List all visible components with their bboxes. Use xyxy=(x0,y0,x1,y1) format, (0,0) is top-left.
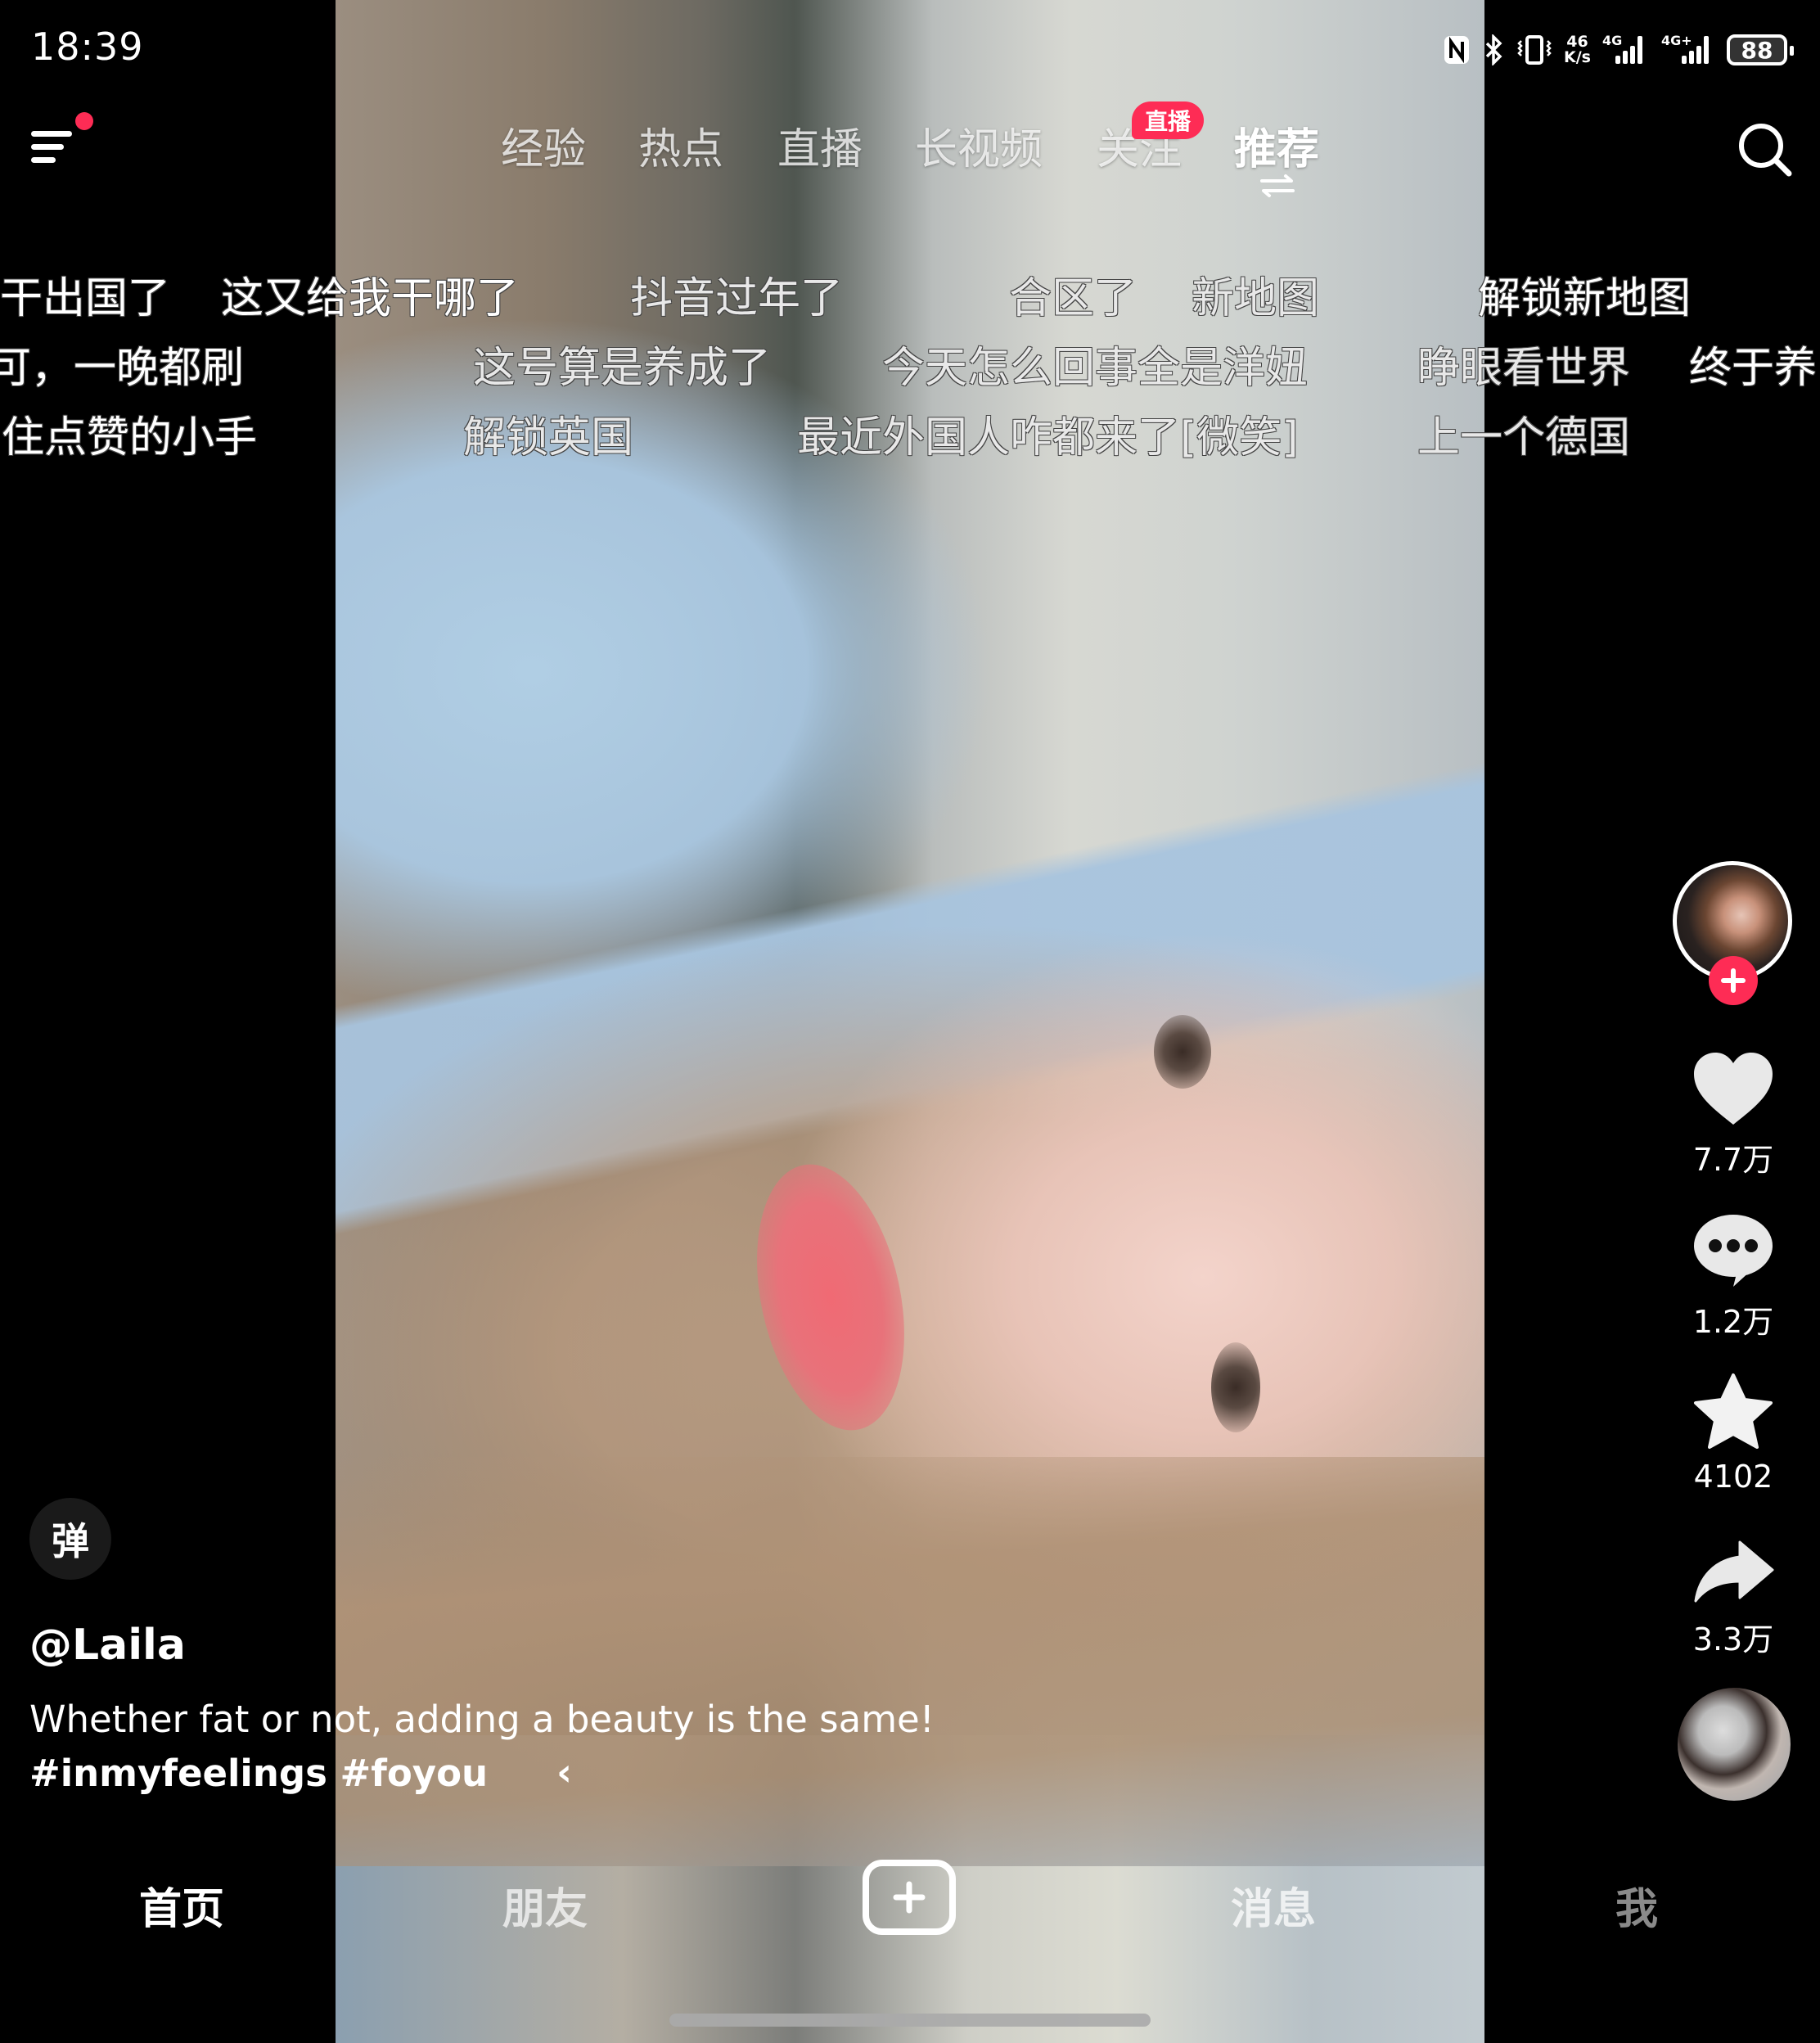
like-button[interactable]: 7.7万 xyxy=(1673,1049,1794,1179)
video-hair-region xyxy=(336,1457,1484,1866)
tab-experience[interactable]: 经验 xyxy=(501,115,586,176)
share-icon xyxy=(1694,1540,1774,1603)
signal-label: 4G xyxy=(1602,33,1623,48)
nav-home[interactable]: 首页 xyxy=(139,1874,224,1936)
network-speed-unit: K/s xyxy=(1564,48,1591,66)
danmaku-comment: 这又给我干哪了 xyxy=(221,274,520,323)
video-eye-region xyxy=(1154,1015,1211,1089)
tab-long-video[interactable]: 长视频 xyxy=(915,115,1043,176)
favorite-count: 4102 xyxy=(1693,1459,1773,1495)
video-caption: Whether fat or not, adding a beauty is t… xyxy=(29,1698,935,1741)
home-indicator[interactable] xyxy=(669,2014,1151,2027)
search-icon xyxy=(1739,124,1792,177)
live-badge: 直播 xyxy=(1132,101,1204,139)
star-icon xyxy=(1694,1373,1773,1449)
danmaku-comment: 住点赞的小手 xyxy=(2,413,258,462)
share-count: 3.3万 xyxy=(1692,1621,1774,1657)
danmaku-comment: 可，一晚都刷 xyxy=(0,344,245,393)
danmaku-comment: 抖音过年了 xyxy=(630,274,844,323)
danmaku-comment: 睁眼看世界 xyxy=(1417,344,1631,393)
network-speed: 46 K/s xyxy=(1564,34,1591,65)
video-hashtags[interactable]: #inmyfeelings #foyou xyxy=(29,1752,488,1795)
signal-4g-icon: 4G xyxy=(1602,33,1650,64)
danmaku-comment: 合区了 xyxy=(1009,274,1138,323)
status-time: 18:39 xyxy=(31,25,144,69)
bluetooth-icon xyxy=(1482,34,1505,65)
video-eye-region xyxy=(1211,1342,1260,1432)
danmaku-comment: 终于养 xyxy=(1689,344,1818,393)
nav-messages[interactable]: 消息 xyxy=(1231,1874,1316,1936)
status-icons: 46 K/s 4G 4G+ 88 xyxy=(1443,29,1794,70)
danmaku-comment: 最近外国人咋都来了[微笑] xyxy=(797,413,1299,462)
tab-trending[interactable]: 热点 xyxy=(638,115,723,176)
danmaku-comment: 上一个德国 xyxy=(1417,413,1631,462)
feed-tabs: 经验 热点 直播 长视频 关注 推荐 xyxy=(0,115,1820,196)
plus-icon xyxy=(1721,968,1746,993)
plus-icon xyxy=(893,1881,926,1914)
battery-level: 88 xyxy=(1741,36,1773,64)
comment-icon xyxy=(1694,1215,1773,1287)
comment-count: 1.2万 xyxy=(1692,1304,1774,1340)
create-button[interactable] xyxy=(863,1860,956,1935)
swap-arrows-icon[interactable] xyxy=(1259,174,1296,198)
signal-4g-plus-icon: 4G+ xyxy=(1661,33,1715,64)
battery-icon: 88 xyxy=(1727,34,1794,65)
vibrate-icon xyxy=(1516,34,1552,65)
danmaku-toggle-button[interactable]: 弹 xyxy=(29,1498,111,1580)
video-lips-region xyxy=(734,1150,927,1445)
signal-label: 4G+ xyxy=(1661,33,1692,48)
nav-friends[interactable]: 朋友 xyxy=(502,1874,588,1936)
danmaku-toggle-label: 弹 xyxy=(52,1519,89,1563)
follow-button[interactable] xyxy=(1709,956,1758,1005)
danmaku-comment: 解锁英国 xyxy=(463,413,634,462)
danmaku-comment: 这号算是养成了 xyxy=(473,344,772,393)
share-button[interactable]: 3.3万 xyxy=(1673,1539,1794,1659)
like-count: 7.7万 xyxy=(1692,1142,1774,1178)
music-disc[interactable] xyxy=(1678,1688,1791,1801)
danmaku-comment: 干出国了 xyxy=(0,274,171,323)
nfc-icon xyxy=(1443,34,1471,65)
search-button[interactable] xyxy=(1733,118,1799,183)
danmaku-comment: 新地图 xyxy=(1192,274,1320,323)
danmaku-comment: 今天怎么回事全是洋妞 xyxy=(882,344,1309,393)
expand-caption-button[interactable]: ‹ xyxy=(556,1750,572,1794)
danmaku-comment: 解锁新地图 xyxy=(1478,274,1692,323)
tab-recommended[interactable]: 推荐 xyxy=(1234,115,1319,176)
nav-me[interactable]: 我 xyxy=(1615,1874,1658,1936)
favorite-button[interactable]: 4102 xyxy=(1673,1372,1794,1495)
comment-button[interactable]: 1.2万 xyxy=(1673,1211,1794,1342)
tab-live[interactable]: 直播 xyxy=(777,115,863,176)
heart-icon xyxy=(1694,1053,1773,1125)
author-name[interactable]: @Laila xyxy=(29,1621,186,1670)
